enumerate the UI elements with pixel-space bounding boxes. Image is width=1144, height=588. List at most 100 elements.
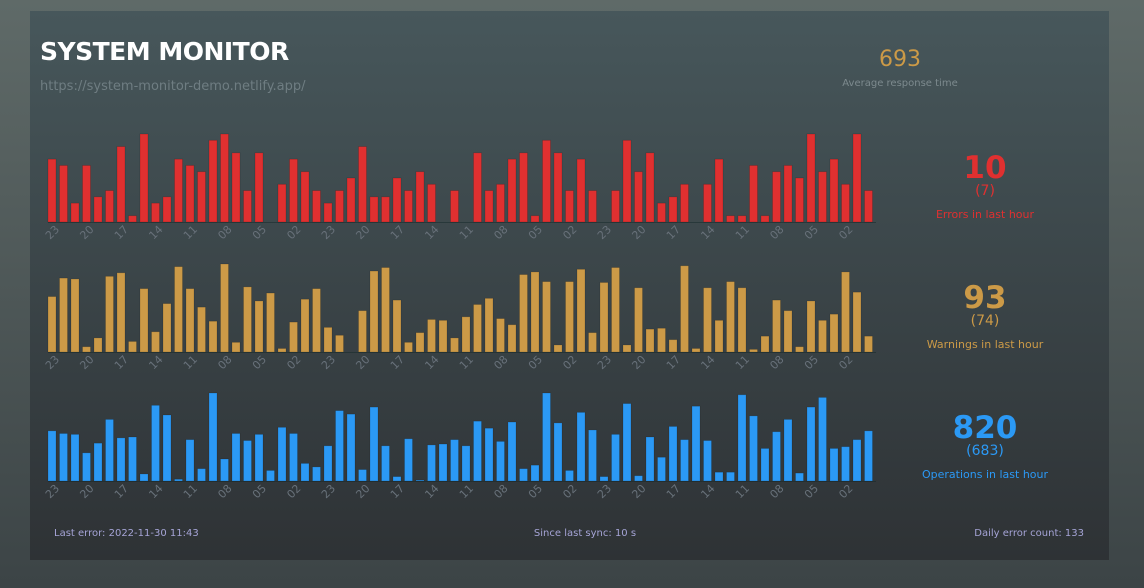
tick-label: 08 — [215, 482, 234, 501]
page-title: SYSTEM MONITOR — [40, 37, 289, 66]
bar — [806, 133, 816, 223]
operations-previous: (683) — [966, 443, 1004, 459]
bar — [254, 152, 264, 223]
bar — [404, 438, 413, 482]
bar — [599, 282, 609, 353]
bar — [553, 344, 563, 353]
bar — [645, 436, 655, 482]
tick-label: 23 — [319, 223, 338, 242]
tick-label: 08 — [491, 482, 510, 501]
bar — [392, 476, 402, 482]
tick-label: 05 — [250, 223, 269, 242]
bar — [105, 419, 114, 482]
tick-label: 14 — [422, 353, 441, 372]
bar — [680, 183, 689, 223]
tick-label: 23 — [595, 482, 614, 501]
operations-label: Operations in last hour — [921, 468, 1049, 481]
site-url[interactable]: https://system-monitor-demo.netlify.app/ — [40, 79, 306, 94]
bar — [565, 470, 574, 482]
tick-label: 14 — [146, 353, 165, 372]
bar — [760, 335, 770, 353]
bar — [174, 158, 183, 223]
bar — [427, 444, 436, 482]
bar — [369, 270, 379, 353]
bar — [749, 415, 758, 482]
bar — [415, 479, 425, 482]
bar — [174, 478, 183, 482]
bar — [818, 171, 827, 223]
bar — [726, 281, 735, 353]
bar — [634, 171, 643, 223]
since-last-sync: Since last sync: 10 s — [533, 528, 637, 539]
bar — [174, 266, 183, 353]
tick-label: 11 — [181, 482, 200, 501]
bar — [599, 476, 609, 482]
bar — [93, 196, 103, 223]
bar — [254, 433, 264, 482]
bar — [668, 339, 678, 353]
bar — [105, 190, 114, 223]
bar — [829, 448, 839, 482]
tick-label: 20 — [353, 223, 372, 242]
bar — [323, 445, 333, 482]
bar — [254, 300, 264, 353]
bar — [300, 298, 310, 353]
bar — [622, 403, 632, 482]
tick-label: 08 — [491, 353, 510, 372]
bar — [852, 133, 862, 223]
bar — [312, 288, 321, 353]
bar — [726, 471, 735, 482]
bar — [829, 313, 839, 353]
bar — [576, 268, 586, 353]
bar — [553, 152, 563, 223]
bar — [300, 463, 310, 482]
tick-label: 02 — [836, 482, 855, 501]
bar — [737, 287, 747, 353]
bar — [185, 439, 195, 482]
bar — [358, 146, 367, 223]
tick-label: 14 — [422, 223, 441, 242]
bar — [657, 327, 666, 353]
bar — [220, 458, 229, 482]
bar — [93, 442, 103, 482]
bar — [760, 215, 770, 223]
operations-chart: 23 20 17 14 11 08 05 02 23 20 17 14 11 08 05 02 23 20 17 14… — [43, 392, 876, 501]
tick-label: 05 — [526, 223, 545, 242]
bar — [461, 445, 471, 482]
bar — [381, 196, 390, 223]
tick-label: 05 — [526, 482, 545, 501]
bar — [530, 464, 540, 482]
bar — [714, 319, 724, 353]
bar — [438, 443, 448, 482]
warnings-stat: 93 (74) Warnings in last hour — [910, 282, 1060, 351]
bar — [450, 439, 459, 482]
bar — [139, 473, 149, 482]
bar — [645, 152, 655, 223]
bar — [404, 190, 413, 223]
bar — [151, 202, 160, 223]
bar — [795, 177, 804, 223]
bar — [772, 431, 781, 482]
bar — [47, 158, 57, 223]
bar — [197, 306, 206, 353]
bar — [576, 158, 586, 223]
operations-stat: 820 (683) Operations in last hour — [910, 412, 1060, 481]
bar — [806, 300, 816, 353]
warnings-chart: 23 20 17 14 11 08 05 02 23 20 17 14 11 08 05 02 23 20 17 14… — [43, 263, 876, 372]
bar — [427, 319, 436, 353]
average-response: 693 Average response time — [820, 47, 980, 89]
bar — [703, 183, 712, 223]
bar — [818, 319, 827, 353]
bar — [795, 346, 804, 353]
bar — [806, 406, 816, 482]
tick-label: 05 — [802, 353, 821, 372]
bar — [588, 332, 597, 353]
tick-label: 02 — [284, 482, 303, 501]
bar — [369, 406, 379, 482]
tick-label: 17 — [112, 353, 131, 372]
tick-label: 11 — [733, 482, 752, 501]
bar — [243, 190, 252, 223]
bar — [726, 215, 735, 223]
tick-label: 02 — [560, 223, 579, 242]
bar — [70, 278, 80, 353]
